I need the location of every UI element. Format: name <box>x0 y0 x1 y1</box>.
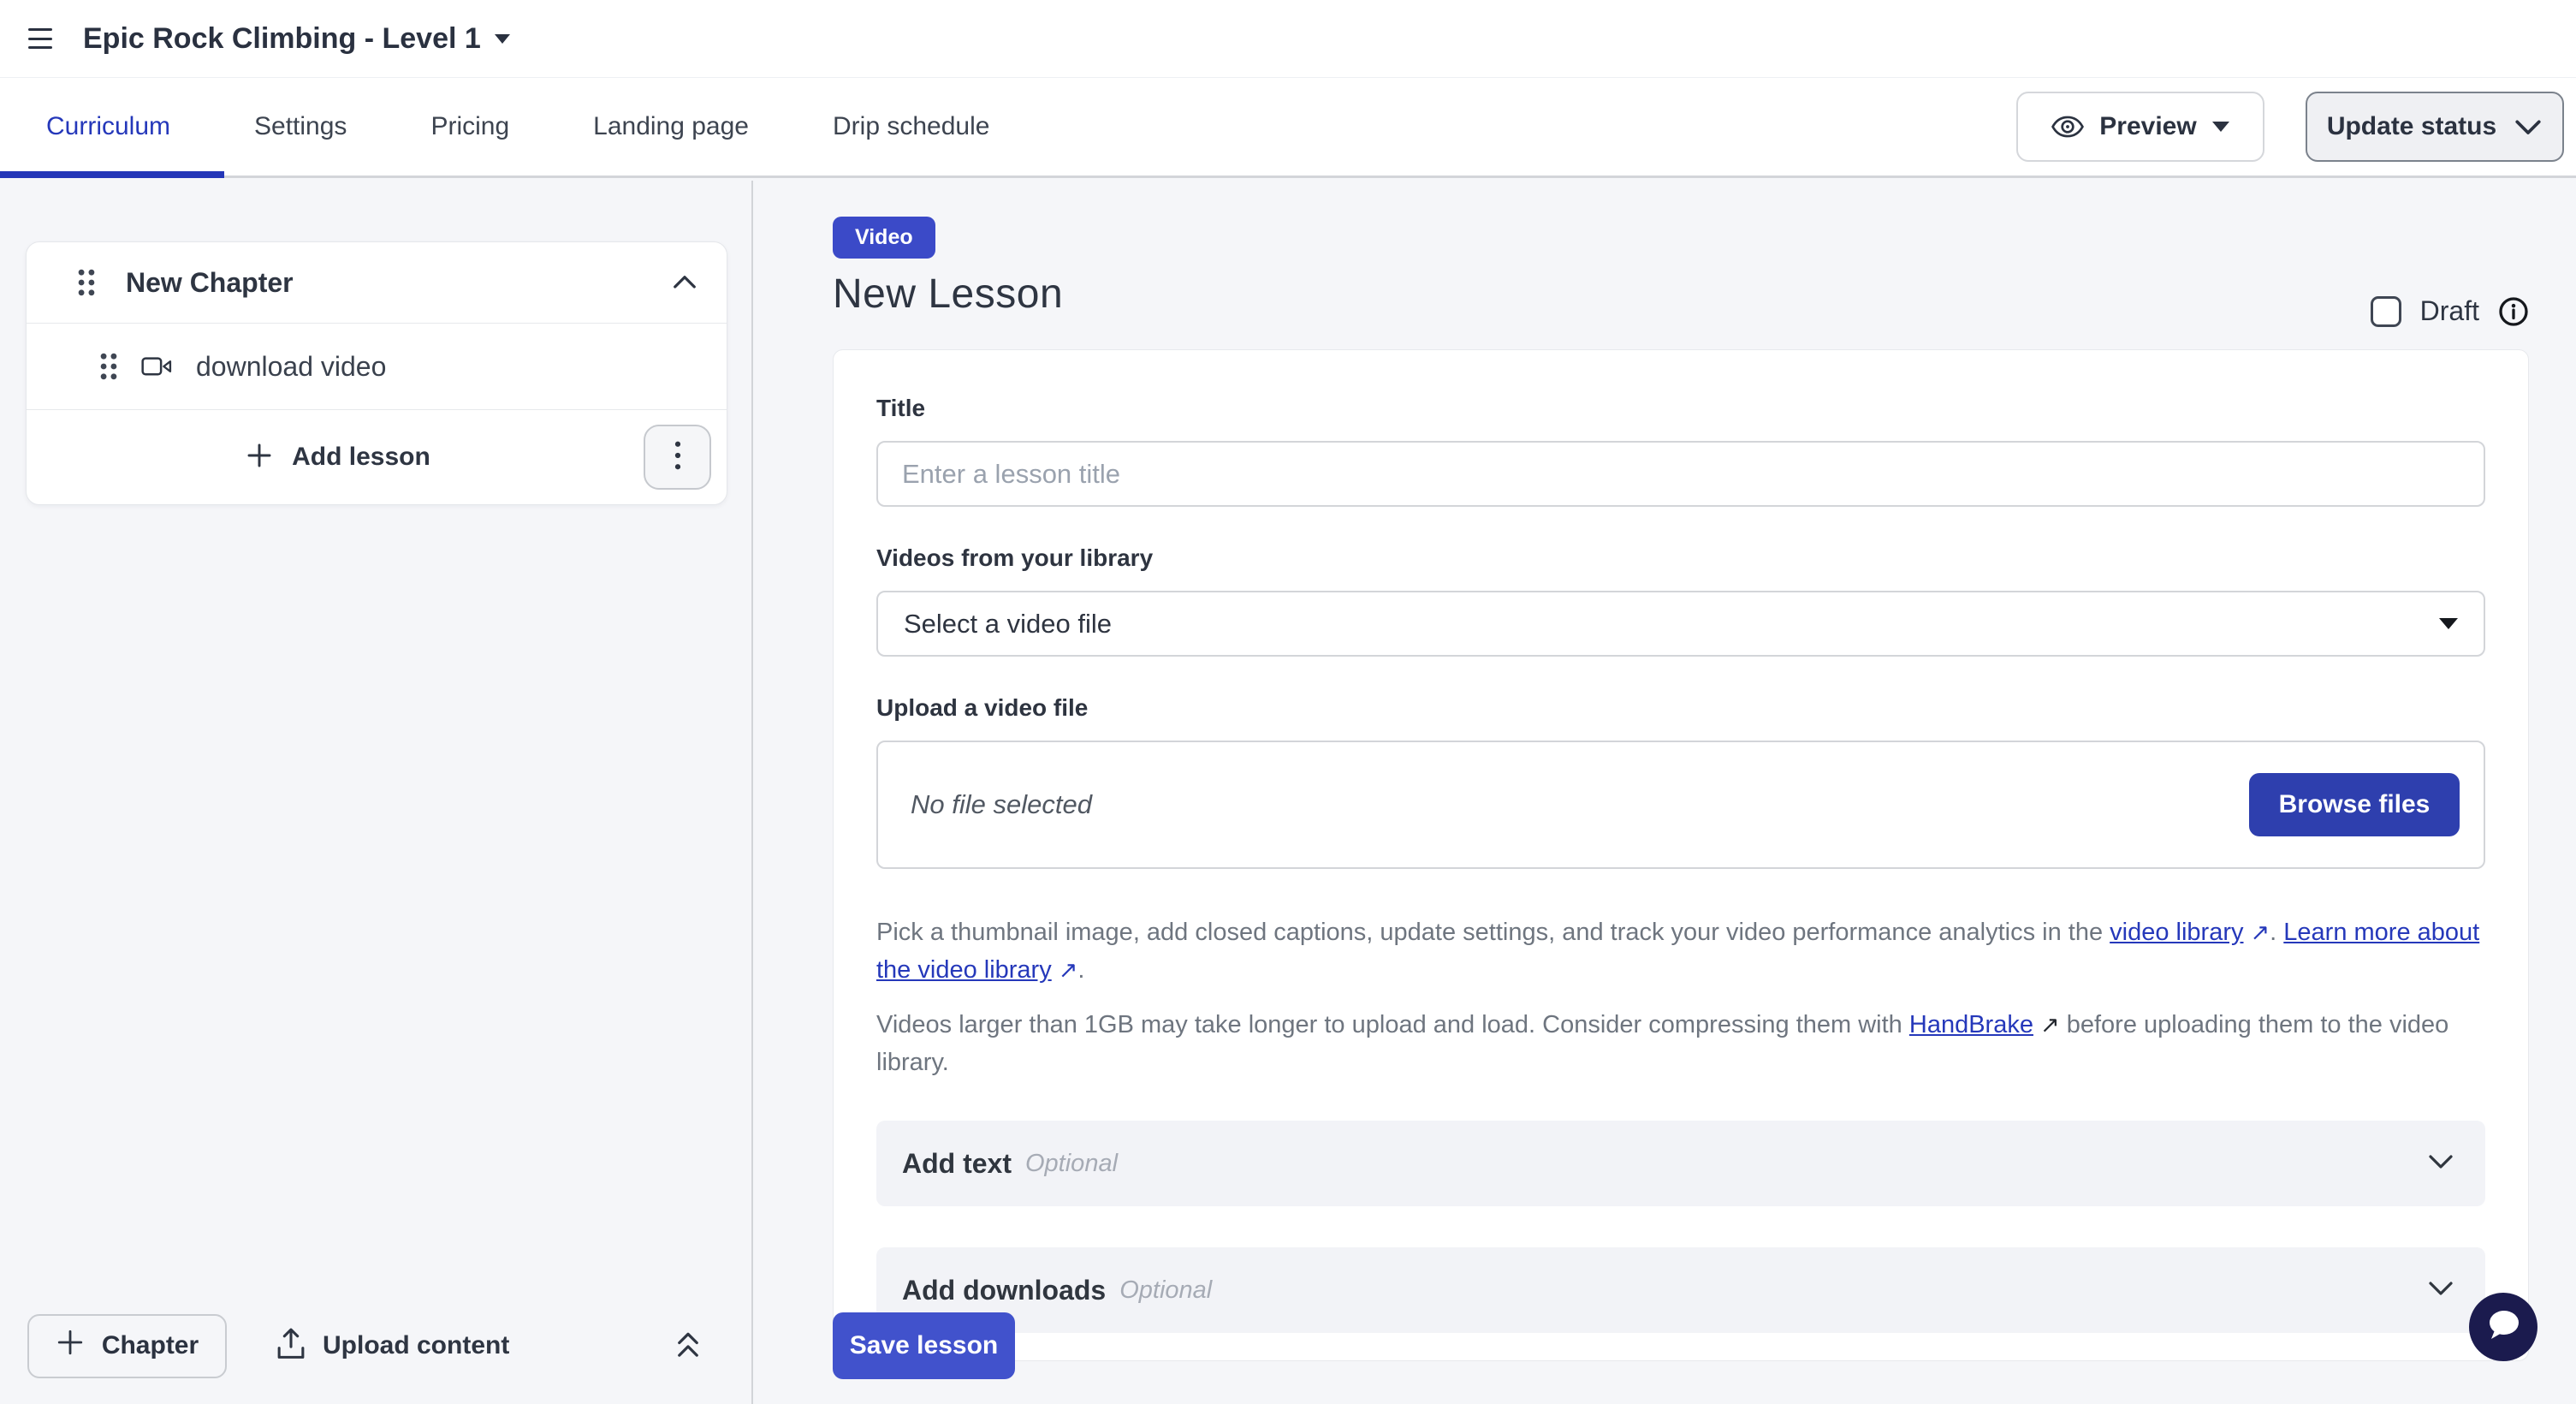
eye-icon <box>2051 114 2084 140</box>
plus-icon <box>56 1328 85 1364</box>
info-icon[interactable] <box>2498 296 2529 327</box>
compress-help-text: Videos larger than 1GB may take longer t… <box>876 1006 2485 1081</box>
lesson-form-card: Title Videos from your library Select a … <box>833 349 2529 1361</box>
course-title-dropdown[interactable]: Epic Rock Climbing - Level 1 <box>83 22 510 56</box>
lesson-editor: Video New Lesson Draft Title Videos from… <box>753 181 2576 1404</box>
chat-widget-button[interactable] <box>2469 1293 2537 1361</box>
page-title: New Lesson <box>833 271 2529 318</box>
course-title: Epic Rock Climbing - Level 1 <box>83 22 481 56</box>
draft-label: Draft <box>2420 295 2479 327</box>
drag-handle-icon[interactable] <box>98 352 119 381</box>
lesson-title: download video <box>196 351 386 383</box>
video-camera-icon <box>141 355 172 378</box>
content-area: New Chapter <box>0 181 2576 1404</box>
lesson-type-badge: Video <box>833 217 935 259</box>
tab-label: Pricing <box>430 112 509 141</box>
chapter-card: New Chapter <box>26 241 727 505</box>
tab-bar: Curriculum Settings Pricing Landing page… <box>0 77 2576 178</box>
accordion-label: Add downloads <box>902 1275 1106 1306</box>
add-chapter-button[interactable]: Chapter <box>27 1314 227 1378</box>
add-downloads-accordion[interactable]: Add downloads Optional <box>876 1247 2485 1333</box>
add-lesson-label: Add lesson <box>292 443 430 472</box>
tab-label: Landing page <box>593 112 749 141</box>
plus-icon <box>246 442 273 473</box>
chevron-down-icon <box>2427 1153 2454 1175</box>
caret-down-icon <box>2212 122 2229 132</box>
chat-bubble-icon <box>2484 1306 2523 1348</box>
upload-content-button[interactable]: Upload content <box>275 1327 509 1365</box>
select-value: Select a video file <box>904 609 1112 640</box>
accordion-optional: Optional <box>1119 1276 2427 1305</box>
chapter-options-button[interactable] <box>644 425 711 490</box>
add-text-accordion[interactable]: Add text Optional <box>876 1121 2485 1206</box>
external-link-icon: ↗ <box>2040 1012 2060 1038</box>
draft-toggle: Draft <box>2371 295 2529 327</box>
menu-icon[interactable] <box>28 28 54 49</box>
lesson-title-input[interactable] <box>876 441 2485 507</box>
file-dropzone[interactable]: No file selected Browse files <box>876 741 2485 869</box>
handbrake-link[interactable]: HandBrake <box>1909 1011 2033 1038</box>
add-chapter-label: Chapter <box>102 1331 199 1360</box>
double-chevron-up-icon <box>673 1328 703 1365</box>
tab-settings[interactable]: Settings <box>254 78 347 176</box>
active-tab-underline <box>0 171 224 178</box>
help-text: Pick a thumbnail image, add closed capti… <box>876 919 2110 946</box>
title-field-label: Title <box>876 395 2485 422</box>
add-lesson-button[interactable]: Add lesson <box>27 410 650 504</box>
curriculum-sidebar: New Chapter <box>0 181 753 1404</box>
header-actions: Preview Update status <box>2016 78 2564 176</box>
sidebar-footer: Chapter Upload content <box>0 1312 751 1380</box>
lesson-editor-header: Video New Lesson Draft <box>833 217 2529 318</box>
accordion-optional: Optional <box>1025 1150 2427 1178</box>
upload-field-label: Upload a video file <box>876 694 2485 722</box>
help-text: Videos larger than 1GB may take longer t… <box>876 1011 1909 1038</box>
chevron-down-icon <box>2427 1280 2454 1301</box>
preview-button[interactable]: Preview <box>2016 92 2264 162</box>
help-text: . <box>1077 956 1084 984</box>
help-text: . <box>2270 919 2283 946</box>
add-lesson-row: Add lesson <box>27 410 727 504</box>
tab-pricing[interactable]: Pricing <box>430 78 509 176</box>
preview-label: Preview <box>2099 112 2196 141</box>
drag-handle-icon[interactable] <box>76 268 97 297</box>
chapter-header[interactable]: New Chapter <box>27 242 727 324</box>
chapter-title: New Chapter <box>126 267 672 299</box>
no-file-text: No file selected <box>911 789 1092 820</box>
tab-drip-schedule[interactable]: Drip schedule <box>833 78 989 176</box>
collapse-all-button[interactable] <box>673 1328 703 1365</box>
chevron-up-icon[interactable] <box>672 275 697 290</box>
lesson-item[interactable]: download video <box>27 324 727 410</box>
tab-landing-page[interactable]: Landing page <box>593 78 749 176</box>
save-lesson-button[interactable]: Save lesson <box>833 1312 1015 1379</box>
tab-curriculum[interactable]: Curriculum <box>46 78 170 176</box>
draft-checkbox[interactable] <box>2371 296 2401 327</box>
video-library-link[interactable]: video library <box>2110 919 2243 946</box>
external-link-icon: ↗ <box>2251 919 2270 945</box>
upload-content-label: Upload content <box>323 1331 509 1360</box>
update-status-button[interactable]: Update status <box>2306 92 2564 162</box>
accordion-label: Add text <box>902 1148 1012 1180</box>
tab-label: Settings <box>254 112 347 141</box>
video-library-select[interactable]: Select a video file <box>876 591 2485 657</box>
upload-icon <box>275 1327 307 1365</box>
tab-label: Drip schedule <box>833 112 989 141</box>
caret-down-icon <box>495 34 510 44</box>
top-bar: Epic Rock Climbing - Level 1 <box>0 0 2576 77</box>
browse-files-button[interactable]: Browse files <box>2249 773 2460 836</box>
tabs: Curriculum Settings Pricing Landing page… <box>0 78 1073 176</box>
caret-down-icon <box>2439 618 2458 629</box>
update-status-label: Update status <box>2327 112 2496 141</box>
chevron-down-icon <box>2514 117 2543 136</box>
external-link-icon: ↗ <box>1059 957 1078 983</box>
video-help-text: Pick a thumbnail image, add closed capti… <box>876 913 2485 989</box>
tab-label: Curriculum <box>46 112 170 141</box>
kebab-menu-icon <box>674 440 682 475</box>
library-field-label: Videos from your library <box>876 544 2485 572</box>
